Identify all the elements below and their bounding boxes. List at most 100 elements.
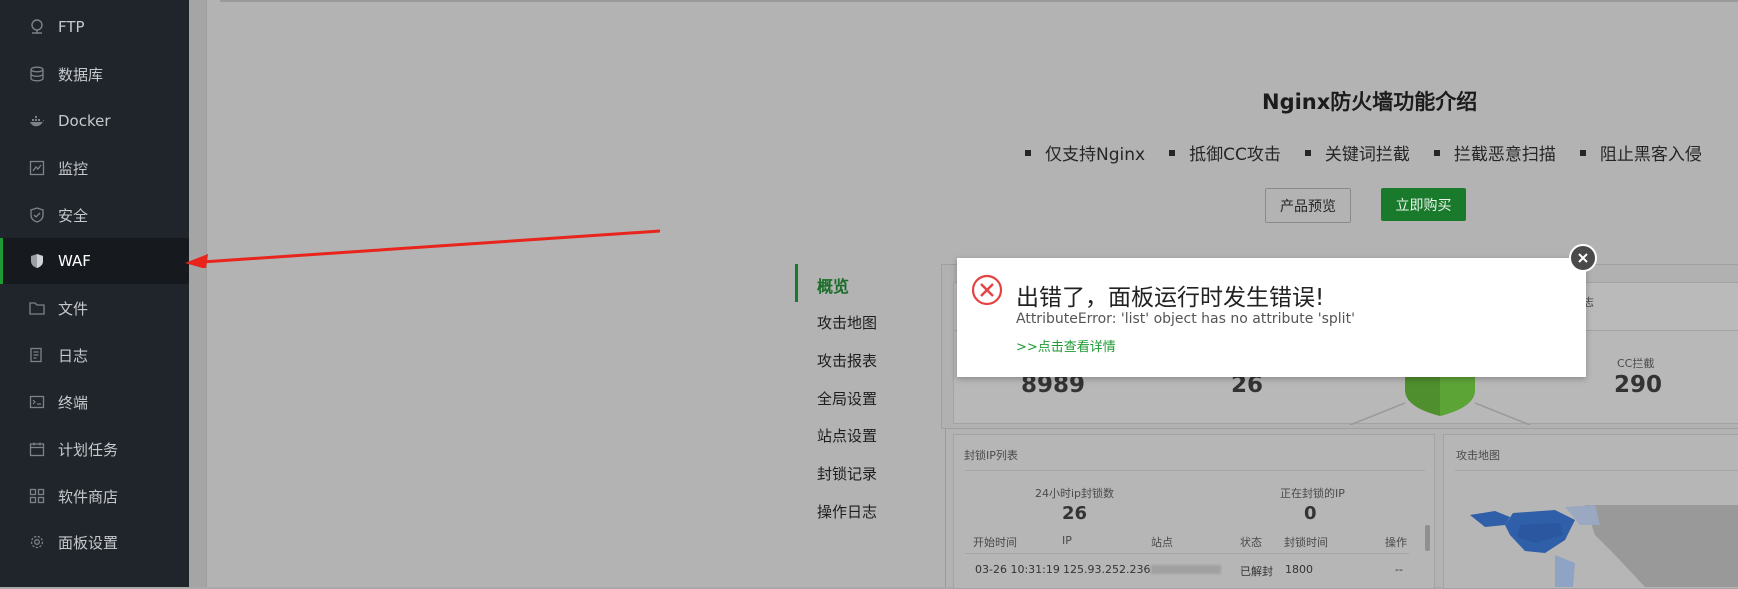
sidebar-item-logs[interactable]: 日志 — [0, 332, 189, 378]
sidebar-item-label: 日志 — [58, 346, 89, 365]
blocked-24h-label: 24小时ip封锁数 — [1035, 487, 1115, 500]
close-icon — [1578, 253, 1588, 263]
terminal-icon — [28, 393, 46, 411]
col-block-time: 封锁时间 — [1284, 536, 1328, 549]
divider — [1455, 470, 1738, 471]
feature-label: 拦截恶意扫描 — [1453, 145, 1556, 165]
tab-attack-map[interactable]: 攻击地图 — [817, 312, 877, 333]
row-time: 03-26 10:31:19 — [975, 563, 1060, 576]
sidebar-item-security[interactable]: 安全 — [0, 192, 189, 238]
feature-label: 抵御CC攻击 — [1189, 145, 1281, 165]
sidebar-item-label: FTP — [58, 18, 85, 36]
shield-base-lines — [1350, 402, 1530, 425]
active-indicator — [795, 264, 798, 302]
cc-block-value: 290 — [1614, 372, 1663, 398]
close-dialog-button[interactable] — [1569, 244, 1597, 272]
top-divider — [220, 0, 1738, 2]
sidebar-item-label: 安全 — [58, 206, 89, 225]
bullet-icon — [1169, 149, 1176, 156]
error-x-icon — [971, 274, 1003, 306]
sidebar-item-label: 数据库 — [58, 65, 104, 84]
tab-attack-report[interactable]: 攻击报表 — [817, 350, 877, 371]
feature-label: 阻止黑客入侵 — [1599, 145, 1702, 165]
sidebar-item-ftp[interactable]: FTP — [0, 4, 189, 50]
apps-icon — [28, 487, 46, 505]
blocked-24h-value: 26 — [1062, 503, 1088, 524]
feature-label: 仅支持Nginx — [1045, 145, 1146, 165]
tab-site-settings[interactable]: 站点设置 — [817, 425, 877, 446]
sidebar: FTP 数据库 Docker 监控 安全 WAF 文件 日志 终端 计划任务 软… — [0, 0, 189, 587]
row-op: -- — [1395, 563, 1403, 576]
log-icon — [28, 346, 46, 364]
buy-now-button[interactable]: 立即购买 — [1381, 188, 1466, 221]
sidebar-item-label: WAF — [58, 252, 91, 270]
product-preview-button[interactable]: 产品预览 — [1265, 188, 1351, 223]
feature-item: 拦截恶意扫描 — [1433, 140, 1556, 165]
sidebar-item-label: 终端 — [58, 393, 89, 412]
sidebar-item-label: 文件 — [58, 299, 89, 318]
calendar-icon — [28, 440, 46, 458]
feature-item: 阻止黑客入侵 — [1579, 140, 1702, 165]
folder-icon — [28, 299, 46, 317]
divider — [965, 470, 1425, 471]
feature-item: 抵御CC攻击 — [1169, 140, 1281, 165]
blocked-ip-title: 封锁IP列表 — [964, 449, 1018, 462]
docker-icon — [28, 112, 46, 130]
row-site-blurred — [1151, 565, 1221, 574]
tab-block-records[interactable]: 封锁记录 — [817, 463, 877, 484]
row-duration: 1800 — [1285, 563, 1313, 576]
row-status: 已解封 — [1240, 565, 1273, 578]
sidebar-item-label: 监控 — [58, 159, 89, 178]
feature-label: 关键词拦截 — [1324, 145, 1410, 165]
sidebar-item-files[interactable]: 文件 — [0, 285, 189, 331]
waf-intro-title: Nginx防火墙功能介绍 — [1262, 90, 1478, 114]
sidebar-item-label: 软件商店 — [58, 487, 119, 506]
tab-operation-log[interactable]: 操作日志 — [817, 501, 877, 522]
sidebar-item-label: 面板设置 — [58, 533, 119, 552]
feature-item: 仅支持Nginx — [1025, 140, 1145, 165]
sidebar-item-docker[interactable]: Docker — [0, 98, 189, 144]
bullet-icon — [1433, 149, 1440, 156]
cc-block-label: CC拦截 — [1617, 357, 1655, 370]
sidebar-item-store[interactable]: 软件商店 — [0, 473, 189, 519]
col-site: 站点 — [1151, 536, 1173, 549]
divider — [965, 553, 1409, 554]
sidebar-item-label: 计划任务 — [58, 440, 119, 459]
error-dialog: 出错了，面板运行时发生错误! AttributeError: 'list' ob… — [957, 258, 1586, 377]
sidebar-item-cron[interactable]: 计划任务 — [0, 426, 189, 472]
tab-global-settings[interactable]: 全局设置 — [817, 388, 877, 409]
feature-item: 关键词拦截 — [1304, 140, 1410, 165]
sidebar-item-monitor[interactable]: 监控 — [0, 145, 189, 191]
bullet-icon — [1579, 149, 1586, 156]
sidebar-item-database[interactable]: 数据库 — [0, 51, 189, 97]
attack-map-title: 攻击地图 — [1456, 449, 1500, 462]
sidebar-item-waf[interactable]: WAF — [0, 238, 189, 284]
bullet-icon — [1304, 149, 1311, 156]
col-status: 状态 — [1240, 536, 1262, 549]
blocking-now-value: 0 — [1304, 503, 1317, 524]
error-title: 出错了，面板运行时发生错误! — [1016, 285, 1325, 311]
world-map — [1470, 505, 1738, 587]
error-message: AttributeError: 'list' object has no att… — [1016, 311, 1355, 327]
sidebar-item-label: Docker — [58, 112, 111, 130]
waf-shield-icon — [28, 252, 46, 270]
sidebar-item-settings[interactable]: 面板设置 — [0, 519, 189, 565]
waf-nav: 概览 攻击地图 攻击报表 全局设置 站点设置 封锁记录 操作日志 — [795, 264, 946, 587]
sidebar-item-terminal[interactable]: 终端 — [0, 379, 189, 425]
blocking-now-label: 正在封锁的IP — [1280, 487, 1345, 500]
gear-icon — [28, 533, 46, 551]
shield-check-icon — [28, 206, 46, 224]
feature-list: 仅支持Nginx 抵御CC攻击 关键词拦截 拦截恶意扫描 阻止黑客入侵 — [1025, 140, 1726, 165]
col-start-time: 开始时间 — [973, 536, 1017, 549]
tab-overview[interactable]: 概览 — [817, 273, 849, 297]
row-ip: 125.93.252.236 — [1063, 563, 1151, 576]
col-action: 操作 — [1385, 536, 1407, 549]
database-icon — [28, 65, 46, 83]
bullet-icon — [1025, 149, 1031, 156]
monitor-icon — [28, 159, 46, 177]
view-details-link[interactable]: >>点击查看详情 — [1016, 336, 1116, 355]
annotation-arrow-icon — [185, 229, 660, 268]
scrollbar[interactable] — [1425, 525, 1430, 551]
ftp-icon — [28, 18, 46, 36]
col-ip: IP — [1062, 534, 1072, 547]
